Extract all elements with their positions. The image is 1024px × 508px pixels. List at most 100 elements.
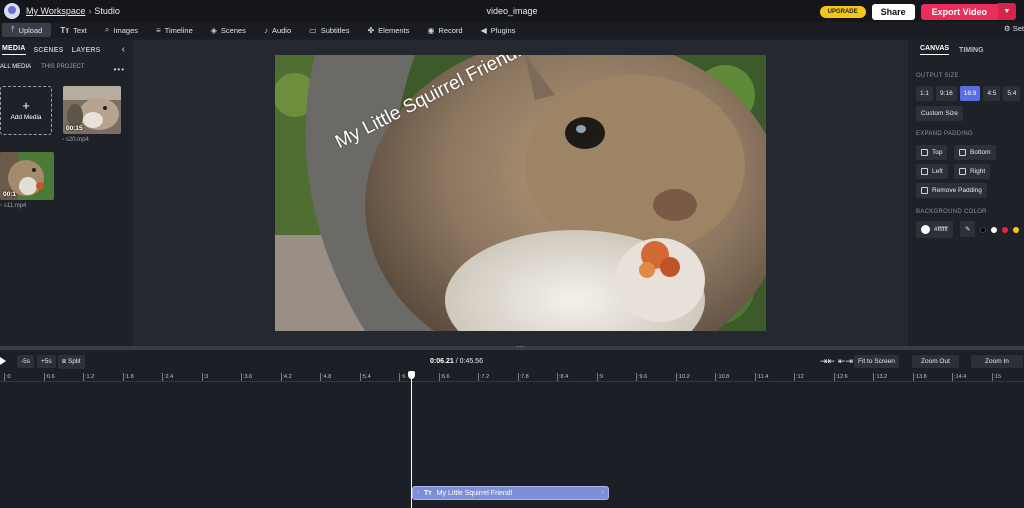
breadcrumb: My Workspace › Studio bbox=[26, 6, 120, 16]
timeline-ruler[interactable]: :0:0.6:1.2:1.8:2.4:3:3.6:4.2:4.8:5.4:6:6… bbox=[0, 372, 1024, 382]
tab-canvas[interactable]: CANVAS bbox=[920, 45, 950, 55]
ratio-9-16-button[interactable]: 9:16 bbox=[936, 86, 957, 101]
tab-layers[interactable]: LAYERS bbox=[72, 47, 101, 54]
playhead-handle[interactable] bbox=[408, 371, 415, 379]
breadcrumb-workspace-link[interactable]: My Workspace bbox=[26, 6, 85, 16]
toolbar-scenes[interactable]: ◈ Scenes bbox=[202, 23, 255, 37]
properties-panel: CANVAS TIMING OUTPUT SIZE 1:1 9:16 16:9 … bbox=[908, 40, 1024, 346]
project-title[interactable]: video_image bbox=[486, 6, 537, 16]
clip-right-handle-icon[interactable]: › bbox=[602, 490, 604, 496]
subtab-all-media[interactable]: ALL MEDIA bbox=[0, 64, 31, 70]
toolbar-images-label: Images bbox=[113, 25, 138, 35]
panel-resize-handle[interactable] bbox=[0, 342, 1024, 351]
ruler-tick: :0.6 bbox=[43, 373, 55, 381]
eyedropper-button[interactable]: ✎ bbox=[960, 221, 976, 237]
video-file-icon: ▫ bbox=[62, 137, 65, 143]
padding-bottom-checkbox[interactable]: Bottom bbox=[954, 145, 996, 160]
ruler-tick: :1.8 bbox=[122, 373, 134, 381]
remove-padding-button[interactable]: Remove Padding bbox=[916, 183, 987, 198]
ruler-tick: :11.4 bbox=[754, 373, 769, 381]
settings-button[interactable]: ⚙ Set bbox=[1004, 24, 1024, 33]
ruler-tick: :13.8 bbox=[912, 373, 927, 381]
padding-left-checkbox[interactable]: Left bbox=[916, 164, 948, 179]
workspace-avatar[interactable] bbox=[4, 3, 20, 19]
media-filename: ▫ s11.mp4 bbox=[0, 203, 26, 209]
toolbar-images[interactable]: ⌕ Images bbox=[96, 23, 147, 37]
ratio-1-1-button[interactable]: 1:1 bbox=[916, 86, 934, 101]
zoom-out-button[interactable]: Zoom Out bbox=[912, 355, 959, 368]
timeline-controls: -5s +5s ⧈ Split 0:06.21 / 0:45.56 ⇥⇤ ⇤⇥ … bbox=[0, 352, 1024, 372]
play-icon[interactable] bbox=[0, 357, 6, 365]
custom-size-button[interactable]: Custom Size bbox=[916, 106, 963, 121]
toolbar-record[interactable]: ◉ Record bbox=[418, 23, 471, 37]
padding-top-label: Top bbox=[932, 149, 943, 156]
toolbar-audio[interactable]: ♪ Audio bbox=[255, 23, 300, 37]
toolbar-plugins[interactable]: ◀ Plugins bbox=[472, 23, 525, 37]
settings-label: Set bbox=[1012, 24, 1024, 33]
text-icon: Tт bbox=[424, 489, 432, 497]
ratio-16-9-button[interactable]: 16:9 bbox=[959, 86, 981, 101]
plus-icon: + bbox=[22, 98, 30, 113]
ruler-tick: :6.6 bbox=[438, 373, 450, 381]
media-duration: 00:1 bbox=[3, 191, 17, 198]
ratio-5-4-button[interactable]: 5:4 bbox=[1003, 86, 1021, 101]
swatch-white[interactable] bbox=[991, 227, 997, 233]
export-options-chevron-icon[interactable]: ▼ bbox=[998, 3, 1016, 20]
expand-tracks-icon[interactable]: ⇤⇥ bbox=[838, 356, 853, 367]
toolbar-plugins-label: Plugins bbox=[490, 25, 516, 35]
tab-scenes[interactable]: SCENES bbox=[34, 47, 64, 54]
expand-padding-heading: EXPAND PADDING bbox=[916, 131, 973, 137]
media-thumbnail[interactable]: 00:15 bbox=[63, 86, 121, 134]
share-button[interactable]: Share bbox=[871, 3, 915, 20]
timeline-text-clip[interactable]: ‹ Tт My Little Squirrel Friend! › bbox=[412, 486, 609, 500]
toolbar-timeline[interactable]: ≡ Timeline bbox=[147, 23, 202, 37]
toolbar-upload[interactable]: ⤒ Upload bbox=[2, 23, 52, 37]
skip-back-button[interactable]: -5s bbox=[17, 355, 35, 368]
media-duration: 00:15 bbox=[66, 125, 83, 132]
fit-to-screen-button[interactable]: Fit to Screen bbox=[854, 355, 899, 368]
megaphone-icon: ◀ bbox=[480, 25, 487, 35]
clip-left-handle-icon[interactable]: ‹ bbox=[417, 490, 419, 496]
export-video-button[interactable]: Export Video bbox=[920, 3, 998, 20]
zoom-in-button[interactable]: Zoom In bbox=[971, 355, 1023, 368]
ratio-4-5-button[interactable]: 4:5 bbox=[983, 86, 1001, 101]
current-time: 0:06.21 bbox=[430, 358, 454, 365]
background-color-picker[interactable]: #ffffff bbox=[916, 221, 953, 238]
timeline-icon: ≡ bbox=[156, 25, 161, 35]
collapse-tracks-icon[interactable]: ⇥⇤ bbox=[820, 356, 835, 367]
more-options-icon[interactable]: ••• bbox=[114, 65, 125, 74]
checkbox-icon bbox=[921, 168, 928, 175]
skip-forward-button[interactable]: +5s bbox=[37, 355, 56, 368]
background-color-heading: BACKGROUND COLOR bbox=[916, 209, 987, 215]
color-swatch bbox=[921, 225, 930, 234]
toolbar-subtitles[interactable]: ▭ Subtitles bbox=[300, 23, 358, 37]
swatch-black[interactable] bbox=[980, 227, 986, 233]
ruler-tick: :15 bbox=[991, 373, 1002, 381]
toolbar-elements[interactable]: ✤ Elements bbox=[358, 23, 418, 37]
video-canvas[interactable]: My Little Squirrel Friend! bbox=[275, 55, 766, 331]
tab-timing[interactable]: TIMING bbox=[959, 47, 984, 54]
split-button[interactable]: ⧈ Split bbox=[58, 355, 85, 369]
ruler-tick: :4.8 bbox=[320, 373, 332, 381]
ruler-tick: :13.2 bbox=[873, 373, 888, 381]
toolbar-subtitles-label: Subtitles bbox=[320, 25, 350, 35]
subtab-this-project[interactable]: THIS PROJECT bbox=[41, 64, 84, 70]
padding-right-checkbox[interactable]: Right bbox=[954, 164, 991, 179]
swatch-red[interactable] bbox=[1002, 227, 1008, 233]
ruler-tick: :0 bbox=[4, 373, 11, 381]
swatch-yellow[interactable] bbox=[1013, 227, 1019, 233]
top-bar: My Workspace › Studio video_image UPGRADE … bbox=[0, 0, 1024, 22]
ruler-tick: :7.2 bbox=[478, 373, 490, 381]
eyedropper-icon: ✎ bbox=[965, 226, 971, 233]
upgrade-button[interactable]: UPGRADE bbox=[819, 5, 866, 18]
total-time: 0:45.56 bbox=[459, 358, 483, 365]
ruler-tick: :8.4 bbox=[557, 373, 569, 381]
tab-media[interactable]: MEDIA bbox=[2, 45, 26, 55]
collapse-panel-chevron-left-icon[interactable]: ‹ bbox=[122, 44, 125, 55]
output-size-heading: OUTPUT SIZE bbox=[916, 73, 959, 79]
ruler-tick: :3.6 bbox=[241, 373, 253, 381]
add-media-button[interactable]: + Add Media bbox=[0, 86, 52, 135]
toolbar-text[interactable]: Tт Text bbox=[51, 23, 96, 37]
media-thumbnail[interactable]: 00:1 bbox=[0, 152, 54, 200]
padding-top-checkbox[interactable]: Top bbox=[916, 145, 948, 160]
